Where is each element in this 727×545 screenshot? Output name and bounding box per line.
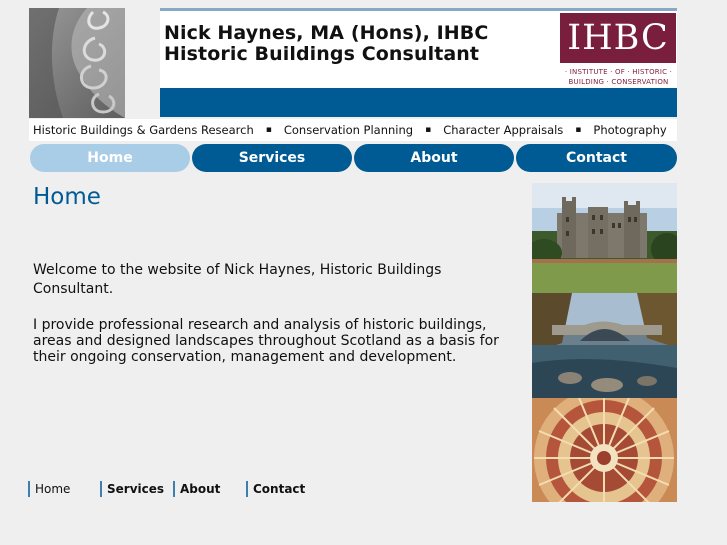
- nav-home-button[interactable]: Home: [30, 144, 190, 172]
- tagline-item: Historic Buildings & Gardens Research: [33, 123, 254, 137]
- bridge-photo: [532, 293, 677, 398]
- tagline-separator: ▪: [575, 125, 582, 135]
- tagline-bar: Historic Buildings & Gardens Research ▪ …: [29, 119, 677, 141]
- header-top-rule: [160, 8, 677, 11]
- footer-nav-home-link[interactable]: Home: [28, 481, 70, 497]
- header-title-box: Nick Haynes, MA (Hons), IHBC Historic Bu…: [160, 8, 677, 88]
- footer-nav-contact-link[interactable]: Contact: [246, 481, 305, 497]
- intro-paragraph: I provide professional research and anal…: [33, 317, 499, 365]
- footer-nav-services-link[interactable]: Services: [100, 481, 164, 497]
- tagline-item: Photography: [593, 123, 667, 137]
- tagline-item: Character Appraisals: [443, 123, 564, 137]
- nav-about-button[interactable]: About: [354, 144, 514, 172]
- header-blue-bar: [160, 88, 677, 117]
- ihbc-logo-line2: BUILDING · CONSERVATION: [568, 78, 669, 86]
- tagline-item: Conservation Planning: [283, 123, 414, 137]
- tagline-separator: ▪: [425, 125, 432, 135]
- ihbc-logo-mark: IHBC: [560, 13, 676, 63]
- ihbc-logo: IHBC · INSTITUTE · OF · HISTORIC · BUILD…: [560, 13, 677, 88]
- ihbc-logo-line1: · INSTITUTE · OF · HISTORIC ·: [564, 68, 673, 76]
- welcome-paragraph: Welcome to the website of Nick Haynes, H…: [33, 262, 442, 297]
- tagline-separator: ▪: [265, 125, 272, 135]
- nav-contact-button[interactable]: Contact: [516, 144, 677, 172]
- footer-nav-about-link[interactable]: About: [173, 481, 220, 497]
- dome-ceiling-photo: [532, 398, 677, 502]
- site-subtitle: Historic Buildings Consultant: [164, 43, 480, 65]
- castle-photo: [532, 183, 677, 293]
- site-title: Nick Haynes, MA (Hons), IHBC: [164, 22, 489, 44]
- nav-services-button[interactable]: Services: [192, 144, 352, 172]
- page-title: Home: [33, 184, 101, 210]
- acanthus-carving-image: [29, 8, 125, 118]
